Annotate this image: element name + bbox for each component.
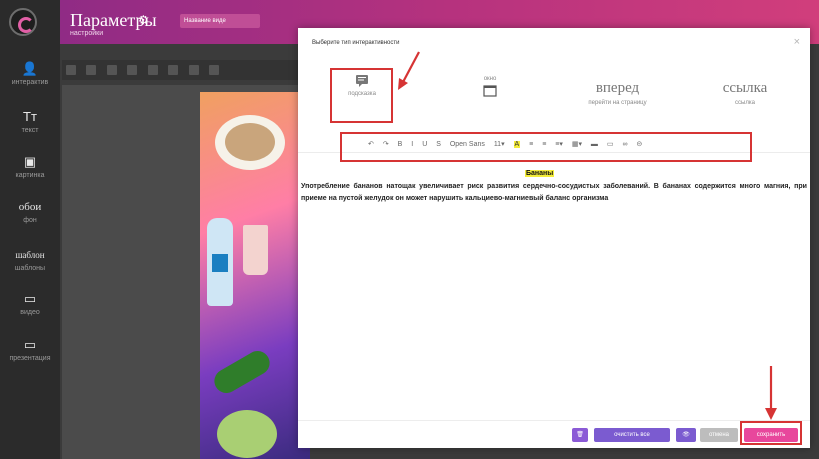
tab-label-big: вперед — [595, 80, 640, 96]
annotation-arrow-icon — [765, 366, 777, 420]
align-icon[interactable] — [188, 65, 199, 75]
tab-label: перейти на страницу — [588, 100, 647, 106]
dialog-title: Выберите тип интерактивности — [312, 40, 400, 46]
screen-icon: ▭ — [23, 337, 37, 352]
redo-icon[interactable] — [86, 65, 97, 75]
tab-label-big: ссылка — [722, 80, 768, 96]
person-icon: 👤 — [21, 61, 39, 76]
sidebar-item-label: текст — [21, 127, 39, 134]
delete-icon[interactable] — [168, 65, 179, 75]
template-icon: шаблон — [15, 250, 45, 260]
tab-link[interactable]: ссылка ссылка — [700, 80, 790, 106]
sidebar-item-label: фон — [23, 217, 37, 224]
content-text-editor[interactable]: Употребление бананов натощак увеличивает… — [301, 181, 807, 205]
title-input[interactable]: Название виде — [180, 14, 260, 28]
image-icon: ▣ — [23, 154, 37, 169]
close-icon[interactable]: × — [794, 36, 800, 48]
annotation-box-toolbar — [340, 132, 752, 162]
annotation-box-tab — [330, 68, 393, 123]
sidebar-item-video[interactable]: ▭ видео — [0, 292, 60, 317]
settings-icon[interactable]: ⚙ — [138, 13, 149, 27]
sidebar-item-image[interactable]: ▣ картинка — [0, 155, 60, 180]
page-subtitle: настройки — [70, 30, 104, 37]
sidebar-item-label: картинка — [15, 172, 45, 179]
sidebar-item-label: презентация — [9, 355, 51, 362]
copy-icon[interactable] — [106, 65, 117, 75]
sidebar-item-templates[interactable]: шаблон шаблоны — [0, 248, 60, 273]
sidebar-item-background[interactable]: обои фон — [0, 200, 60, 225]
water-bottle-image[interactable] — [207, 218, 233, 306]
tab-label: окно — [483, 76, 497, 82]
left-sidebar: 👤 интерактив Tт текст ▣ картинка обои фо… — [0, 0, 60, 459]
sidebar-item-interactive[interactable]: 👤 интерактив — [0, 62, 60, 87]
tab-window[interactable]: окно — [470, 76, 510, 97]
delete-button[interactable]: 🗑 — [572, 428, 588, 442]
logo-icon[interactable] — [9, 8, 37, 36]
drink-glass-image[interactable] — [243, 225, 268, 275]
monitor-icon: ▭ — [23, 291, 37, 306]
tab-forward[interactable]: вперед перейти на страницу — [555, 80, 680, 106]
annotation-arrow-icon — [398, 51, 420, 90]
tab-label: ссылка — [735, 100, 755, 106]
cabbage-image[interactable] — [217, 410, 277, 458]
wallpaper-icon: обои — [18, 201, 42, 213]
cancel-button[interactable]: отмена — [700, 428, 738, 442]
sidebar-item-label: интерактив — [11, 79, 49, 86]
content-heading[interactable]: Бананы — [525, 170, 555, 177]
window-icon — [483, 85, 497, 97]
preview-button[interactable]: 👁 — [676, 428, 696, 442]
grid-icon[interactable] — [209, 65, 220, 75]
sidebar-item-label: видео — [20, 309, 40, 316]
clear-all-button[interactable]: очистить все — [594, 428, 670, 442]
sidebar-item-text[interactable]: Tт текст — [0, 110, 60, 135]
editor-toolbar — [62, 60, 300, 80]
paste-icon[interactable] — [127, 65, 138, 75]
text-icon: Tт — [23, 109, 37, 124]
sidebar-item-label: шаблоны — [14, 265, 46, 272]
undo-icon[interactable] — [66, 65, 76, 75]
food-plate-image[interactable] — [215, 115, 285, 170]
layer-icon[interactable] — [147, 65, 158, 75]
sidebar-item-presentation[interactable]: ▭ презентация — [0, 338, 60, 363]
annotation-box-save — [740, 421, 802, 445]
